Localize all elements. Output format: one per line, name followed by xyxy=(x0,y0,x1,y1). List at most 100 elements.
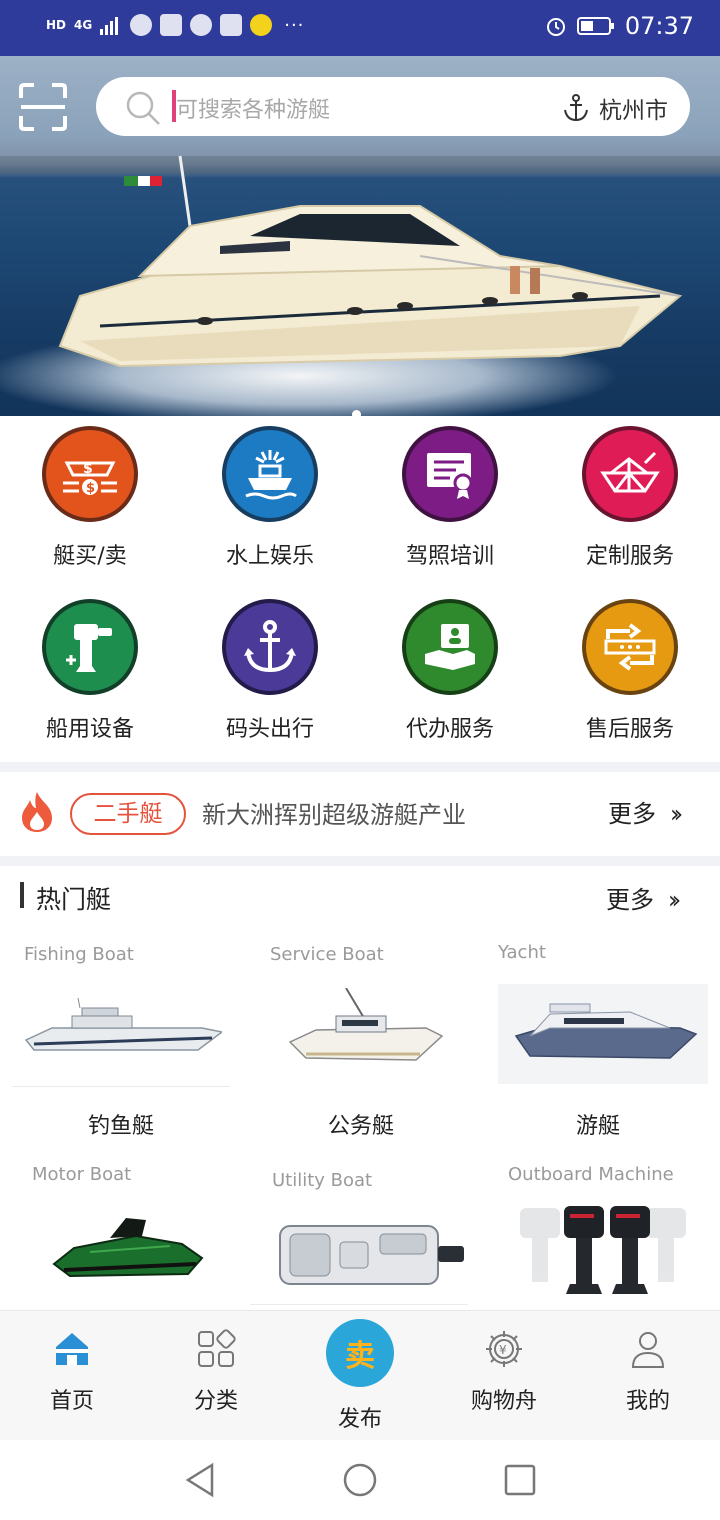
category-label: 船用设备 xyxy=(45,717,134,742)
status-right: 07:37 xyxy=(545,12,694,40)
category-license-training[interactable]: 驾照培训 xyxy=(360,426,540,586)
service-boat-image xyxy=(288,988,444,1061)
category-label: 艇买/卖 xyxy=(53,544,127,569)
hot-more-button[interactable]: 更多 ›› xyxy=(606,880,681,915)
double-chevron-right-icon: ›› xyxy=(668,886,681,914)
section-title: 热门艇 xyxy=(36,885,112,914)
battery-icon xyxy=(576,17,614,35)
category-custom-service[interactable]: 定制服务 xyxy=(540,426,720,586)
network-indicator: 4G xyxy=(74,18,93,32)
app-notification-icon xyxy=(160,14,183,36)
svg-text:$: $ xyxy=(86,481,95,496)
boat-chinese-name: 钓鱼艇 xyxy=(88,1114,155,1139)
news-headline[interactable]: 新大洲挥别超级游艇产业 xyxy=(202,795,466,830)
nav-label: 购物舟 xyxy=(470,1389,537,1414)
anchor-icon xyxy=(222,599,318,695)
more-label: 更多 xyxy=(608,800,656,828)
boat-card-yacht[interactable]: Yacht 游艇 xyxy=(496,940,708,1152)
more-notifications-icon: ··· xyxy=(284,14,305,36)
jet-ski-image xyxy=(52,1218,204,1278)
publish-button[interactable]: 卖 xyxy=(326,1319,394,1387)
nav-label: 首页 xyxy=(49,1389,94,1414)
boat-english-name: Fishing Boat xyxy=(24,944,134,965)
section-divider xyxy=(0,856,720,866)
section-divider xyxy=(0,762,720,772)
certificate-icon xyxy=(402,426,498,522)
paper-boat-icon xyxy=(582,426,678,522)
category-after-sales[interactable]: 售后服务 xyxy=(540,599,720,759)
yy-icon xyxy=(250,14,273,36)
exchange-icon xyxy=(582,599,678,695)
hd-indicator: HD xyxy=(46,18,67,32)
anchor-location-icon xyxy=(564,94,588,122)
boat-card-utility[interactable]: Utility Boat xyxy=(250,1166,468,1310)
water-entertainment-icon xyxy=(222,426,318,522)
agent-service-icon xyxy=(402,599,498,695)
category-water-entertainment[interactable]: 水上娱乐 xyxy=(180,426,360,586)
outboard-motors-image xyxy=(520,1206,686,1294)
fire-icon xyxy=(22,792,52,832)
news-more-button[interactable]: 更多 ›› xyxy=(608,794,683,829)
system-navigation-bar xyxy=(0,1440,720,1520)
home-icon xyxy=(56,1333,88,1365)
pontoon-boat-image xyxy=(279,1225,464,1285)
bottom-navigation: 首页 分类 卖 发布 ¥ 购物舟 我的 xyxy=(0,1310,720,1440)
category-label: 码头出行 xyxy=(225,717,314,742)
clock: 07:37 xyxy=(624,12,694,40)
category-label: 售后服务 xyxy=(585,717,674,742)
svg-text:¥: ¥ xyxy=(499,1343,507,1357)
boat-english-name: Outboard Machine xyxy=(508,1164,674,1185)
nav-mine[interactable]: 我的 xyxy=(588,1329,708,1415)
user-icon xyxy=(631,1332,665,1368)
back-icon[interactable] xyxy=(184,1462,216,1498)
used-boat-tag[interactable]: 二手艇 xyxy=(70,793,186,835)
search-bar[interactable]: 可搜索各种游艇 杭州市 xyxy=(96,77,690,136)
fishing-boat-image xyxy=(24,998,222,1051)
nav-label: 我的 xyxy=(625,1389,670,1414)
boat-chinese-name: 公务艇 xyxy=(328,1114,395,1139)
yacht-image xyxy=(514,1003,698,1059)
recents-icon[interactable] xyxy=(504,1464,536,1496)
boat-card-fishing[interactable]: Fishing Boat 钓鱼艇 xyxy=(12,942,230,1152)
boat-trade-icon: $ $ xyxy=(42,426,138,522)
category-marine-equipment[interactable]: 船用设备 xyxy=(0,599,180,759)
svg-text:$: $ xyxy=(83,461,93,477)
nav-label[interactable]: 发布 xyxy=(300,1401,420,1433)
section-marker xyxy=(20,882,24,908)
boat-english-name: Yacht xyxy=(498,942,546,963)
double-chevron-right-icon: ›› xyxy=(670,800,683,828)
boat-card-outboard[interactable]: Outboard Machine xyxy=(496,1160,708,1310)
boat-english-name: Motor Boat xyxy=(32,1164,132,1185)
category-boat-trade[interactable]: $ $ 艇买/卖 xyxy=(0,426,180,586)
carousel-dots xyxy=(352,410,361,416)
app-notification-icon xyxy=(220,14,243,36)
search-input[interactable]: 可搜索各种游艇 xyxy=(176,92,330,124)
outboard-motor-icon xyxy=(42,599,138,695)
boat-card-motor[interactable]: Motor Boat xyxy=(20,1160,230,1310)
category-agent-service[interactable]: 代办服务 xyxy=(360,599,540,759)
boat-english-name: Service Boat xyxy=(270,944,384,965)
sell-badge-label: 卖 xyxy=(345,1339,375,1374)
nav-home[interactable]: 首页 xyxy=(12,1329,132,1415)
category-grid-icon xyxy=(198,1329,236,1367)
category-dock-travel[interactable]: 码头出行 xyxy=(180,599,360,759)
card-divider xyxy=(250,1304,468,1305)
boat-card-service[interactable]: Service Boat 公务艇 xyxy=(258,942,468,1152)
category-label: 代办服务 xyxy=(405,717,494,742)
city-selector[interactable]: 杭州市 xyxy=(561,91,668,125)
nav-cart[interactable]: ¥ 购物舟 xyxy=(444,1329,564,1415)
wechat-icon xyxy=(190,14,213,36)
category-label: 驾照培训 xyxy=(405,544,494,569)
alarm-icon xyxy=(546,18,565,36)
home-circle-icon[interactable] xyxy=(342,1462,378,1498)
nav-label: 分类 xyxy=(193,1389,238,1414)
card-divider xyxy=(12,1086,230,1087)
scan-button[interactable] xyxy=(18,82,68,132)
city-label: 杭州市 xyxy=(599,98,668,124)
carousel-dot[interactable] xyxy=(352,410,361,416)
status-bar: HD 4G ··· 07:37 xyxy=(0,0,720,56)
nav-category[interactable]: 分类 xyxy=(156,1329,276,1415)
scan-icon xyxy=(19,83,67,131)
boat-chinese-name: 游艇 xyxy=(576,1114,621,1139)
ship-wheel-icon: ¥ xyxy=(486,1331,522,1367)
